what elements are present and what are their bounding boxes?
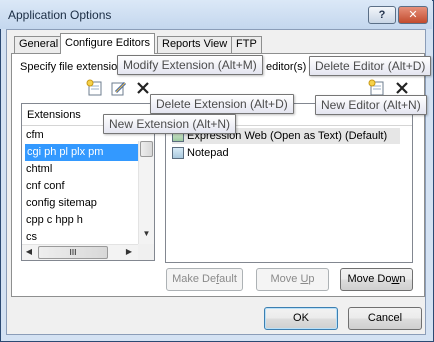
modify-extension-tooltip: Modify Extension (Alt+M) [117,55,263,75]
description-text-continued: editor(s) [266,61,307,73]
make-default-button[interactable]: Make Default [166,268,243,291]
move-up-label-post: p [308,273,315,285]
delete-editor-tooltip: Delete Editor (Alt+D) [309,56,432,76]
modify-extension-button[interactable] [110,79,128,97]
extensions-horizontal-scrollbar[interactable]: ◀ III ▶ [22,244,138,260]
extension-item-selected[interactable]: cgi ph pl plx pm [25,144,139,161]
edit-pencil-icon [111,81,127,96]
new-extension-button[interactable] [86,79,104,97]
cancel-button[interactable]: Cancel [348,307,422,330]
new-extension-icon [86,79,102,96]
extensions-header-label: Extensions [27,109,81,121]
move-up-button[interactable]: Move Up [256,268,329,291]
delete-extension-tooltip: Delete Extension (Alt+D) [150,94,294,114]
scroll-thumb[interactable] [140,141,153,157]
move-up-label-pre: Move [270,273,301,285]
extension-item[interactable]: cfm [26,127,44,144]
notepad-icon [172,147,184,160]
editor-item[interactable]: Notepad [172,145,229,161]
move-down-button[interactable]: Move Down [340,268,413,291]
scroll-left-arrow-icon[interactable]: ◀ [24,247,34,256]
extension-item[interactable]: config sitemap [26,195,97,212]
scroll-h-thumb[interactable]: III [38,246,108,259]
scroll-corner [138,244,154,260]
tab-reports-view[interactable]: Reports View [157,36,233,53]
close-button[interactable]: ✕ [398,6,428,24]
move-down-label-pre: Move Do [347,273,392,285]
extensions-vertical-scrollbar[interactable]: ▼ [138,141,154,244]
editor-item-label: Notepad [187,147,229,159]
scroll-down-arrow-icon[interactable]: ▼ [139,229,154,243]
description-text: Specify file extensio [20,61,118,73]
tab-ftp[interactable]: FTP [231,36,262,53]
move-down-label-post: n [399,273,406,285]
extension-item[interactable]: chtml [26,161,52,178]
scroll-right-arrow-icon[interactable]: ▶ [124,247,134,256]
make-default-label-pre: Make De [172,273,217,285]
make-default-label-post: ault [219,273,237,285]
window-title: Application Options [8,8,112,22]
help-button[interactable]: ? [368,6,396,24]
new-extension-tooltip: New Extension (Alt+N) [103,114,237,134]
ok-button[interactable]: OK [264,307,338,330]
extension-item[interactable]: cnf conf [26,178,65,195]
extension-item[interactable]: cpp c hpp h [26,212,83,229]
tab-configure-editors[interactable]: Configure Editors [60,33,155,54]
new-editor-tooltip: New Editor (Alt+N) [315,95,427,115]
tab-general[interactable]: General [14,36,64,53]
